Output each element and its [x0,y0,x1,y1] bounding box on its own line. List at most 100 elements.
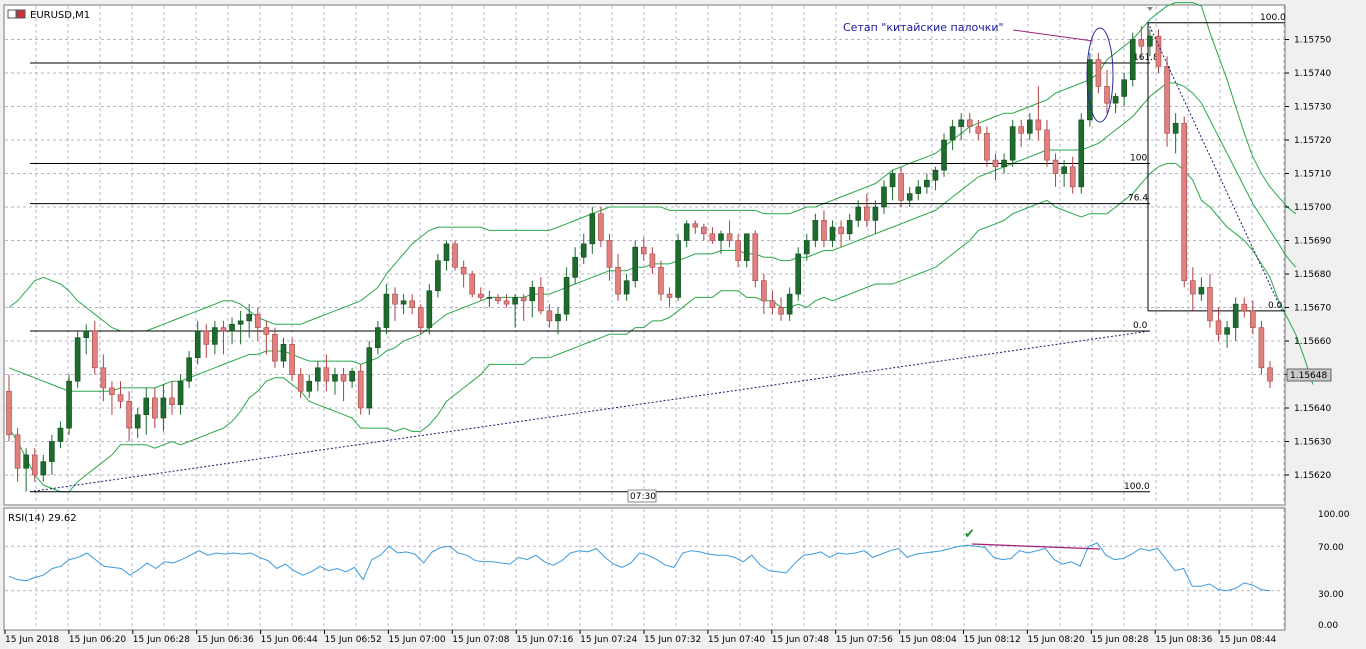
fib-level-label: 100 [1130,153,1147,163]
candle-body [949,126,956,141]
candle-body [1155,35,1162,67]
candle [1129,32,1136,87]
candle-body [392,293,398,305]
candle-body [1241,303,1248,312]
candle-body [6,390,12,436]
candle-body [864,206,870,221]
candle [1258,320,1265,375]
setup-annotation: Сетап "китайские палочки" [843,21,1004,34]
candle-body [992,159,999,168]
candle-body [889,173,896,188]
candle-body [1112,96,1119,104]
x-tick-label: 15 Jun 06:52 [325,635,382,645]
x-tick-label: 15 Jun 08:04 [900,635,957,645]
candle-body [263,327,270,335]
candle-body [1121,79,1127,97]
candle-body [443,243,450,261]
candle-body [1198,287,1205,295]
y-tick-label: 1.15730 [1294,103,1331,113]
candle-body [1258,327,1265,369]
candle-body [795,253,801,295]
candle-body [169,397,175,405]
candle-body [152,397,158,419]
candle-body [1001,159,1007,168]
candle [74,330,81,388]
x-tick-label: 15 Jun 07:00 [388,635,445,645]
candle-body [289,344,295,375]
candle-body [1061,166,1067,174]
candle-body [452,243,458,268]
candle-body [194,330,201,359]
x-tick-label: 15 Jun 08:44 [1219,635,1276,645]
candle [1164,56,1170,147]
candle-body [812,220,819,241]
candle-body [941,139,947,171]
candle-body [40,461,47,476]
candle-body [1207,287,1213,322]
candle-body [726,233,733,241]
candle [1078,113,1085,194]
candle-body [74,337,81,382]
x-tick-label: 15 Jun 2018 [5,635,59,645]
candle-body [426,290,433,328]
candle-body [683,223,690,241]
candle-body [400,300,407,305]
candle-body [512,297,518,305]
candle-body [254,313,261,328]
candle-body [1104,86,1110,104]
candle-body [872,206,879,221]
candle-body [846,220,853,235]
candle-body [1044,129,1050,161]
candle [1009,119,1016,167]
candle-body [49,441,55,462]
y-tick-label: 1.15740 [1294,69,1331,79]
candle-body [1224,327,1230,335]
rsi-label: RSI(14) 29.62 [8,513,77,524]
candle-body [898,173,904,201]
x-tick-label: 15 Jun 07:32 [644,635,701,645]
x-tick-label: 15 Jun 08:12 [964,635,1021,645]
candle-body [1027,119,1033,134]
fib-level-label: 76.4 [1128,194,1148,204]
candle-body [615,266,621,295]
candle [941,133,947,177]
candle-body [623,280,630,295]
y-tick-label: 1.15620 [1294,471,1331,481]
candle-body [23,454,29,469]
candle-body [829,226,836,241]
candle-body [761,280,767,302]
candle-body [589,213,596,245]
candle [289,337,295,382]
price-chart[interactable]: 161.8 100 76.4 0.0 100.0 100.0 0.0 1.15750 1.15… [0,0,1366,649]
candle-body [66,380,72,429]
candle-body [1129,39,1136,81]
candle-body [598,213,604,241]
y-tick-label: 1.15700 [1294,203,1331,213]
candle-body [272,333,278,362]
candle-body [220,327,227,332]
candle-body [14,434,21,469]
candle-body [340,374,347,382]
candle-body [658,266,664,295]
x-tick-label: 15 Jun 06:20 [69,635,126,645]
y-tick-label: 1.15680 [1294,270,1331,280]
y-tick-label: 1.15630 [1294,438,1331,448]
candle-body [924,179,930,188]
candle-body [803,240,810,255]
candle-body [555,313,561,322]
candle [66,374,72,435]
candle-body [177,380,184,405]
x-tick-label: 15 Jun 06:28 [133,635,190,645]
y-tick-label: 1.15710 [1294,170,1331,180]
candle-body [435,260,441,292]
candle-body [503,300,510,305]
candle-body [117,394,124,402]
candle-body [306,380,313,392]
candle-body [838,226,844,235]
candle-body [160,397,167,419]
y-tick-label: 1.15660 [1294,337,1331,347]
rsi-level-70: 70.00 [1318,543,1344,553]
candle-body [203,330,210,345]
fib-level-label: 161.8 [1133,53,1159,63]
candle-body [212,327,218,345]
